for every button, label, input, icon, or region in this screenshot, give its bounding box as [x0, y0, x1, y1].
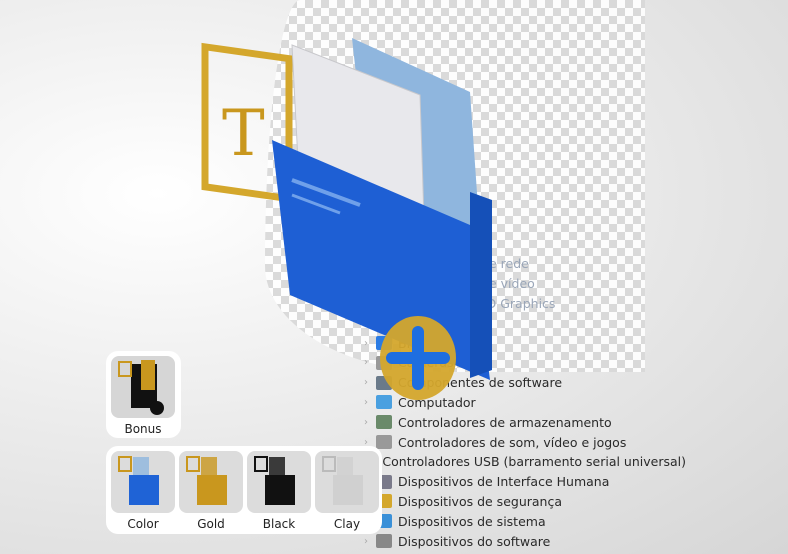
bonus-label: Bonus	[124, 422, 162, 436]
variant-label: Color	[127, 517, 159, 531]
variant-thumbnail-gold[interactable]	[179, 451, 243, 513]
variant-label: Clay	[333, 517, 361, 531]
variant-thumbnail-color[interactable]	[111, 451, 175, 513]
add-badge-icon	[380, 316, 456, 400]
variant-label: Black	[262, 517, 296, 531]
bonus-variant-thumbnail[interactable]	[111, 356, 175, 418]
svg-text:T: T	[222, 97, 265, 171]
variant-thumbnail-clay[interactable]	[315, 451, 379, 513]
variant-label: Gold	[197, 517, 225, 531]
variant-thumbnail-black[interactable]	[247, 451, 311, 513]
